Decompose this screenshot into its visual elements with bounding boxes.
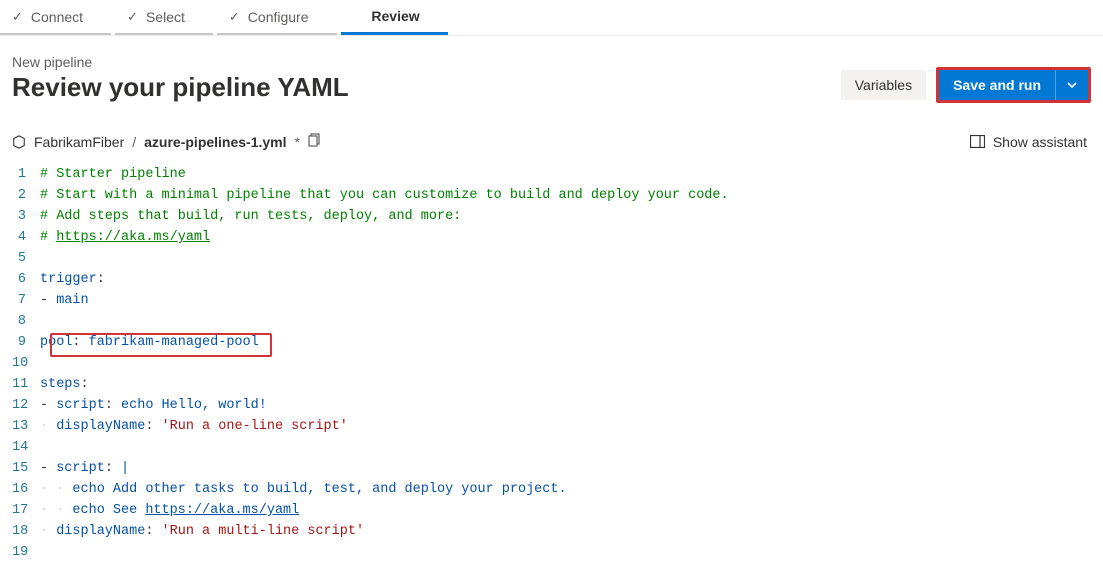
step-label: Configure [248,9,309,25]
panel-icon [970,135,985,148]
page-title: Review your pipeline YAML [12,72,349,103]
save-and-run-button[interactable]: Save and run [939,70,1055,100]
check-icon: ✓ [127,9,138,25]
code-content[interactable]: # Add steps that build, run tests, deplo… [40,206,1091,227]
code-line[interactable]: 10 [12,353,1091,374]
line-number: 18 [12,521,40,542]
code-line[interactable]: 9pool: fabrikam-managed-pool [12,332,1091,353]
repo-name[interactable]: FabrikamFiber [34,134,124,150]
code-content[interactable] [40,311,1091,332]
code-content[interactable]: · · echo See https://aka.ms/yaml [40,500,1091,521]
line-number: 7 [12,290,40,311]
line-number: 13 [12,416,40,437]
code-content[interactable]: · · echo Add other tasks to build, test,… [40,479,1091,500]
code-content[interactable]: - main [40,290,1091,311]
code-line[interactable]: 11steps: [12,374,1091,395]
code-content[interactable]: # Starter pipeline [40,164,1091,185]
repo-icon [12,135,26,149]
code-content[interactable] [40,248,1091,269]
file-bar: FabrikamFiber / azure-pipelines-1.yml * … [0,115,1103,158]
code-line[interactable]: 18· displayName: 'Run a multi-line scrip… [12,521,1091,542]
line-number: 19 [12,542,40,563]
show-assistant-button[interactable]: Show assistant [970,134,1087,150]
line-number: 4 [12,227,40,248]
breadcrumb: FabrikamFiber / azure-pipelines-1.yml * [12,133,322,150]
show-assistant-label: Show assistant [993,134,1087,150]
code-line[interactable]: 3# Add steps that build, run tests, depl… [12,206,1091,227]
line-number: 2 [12,185,40,206]
step-label: Select [146,9,185,25]
line-number: 3 [12,206,40,227]
step-label: Review [371,8,419,24]
code-content[interactable]: - script: | [40,458,1091,479]
code-line[interactable]: 2# Start with a minimal pipeline that yo… [12,185,1091,206]
yaml-editor[interactable]: 1# Starter pipeline2# Start with a minim… [0,158,1103,563]
copy-icon[interactable] [308,133,322,150]
code-content[interactable]: · displayName: 'Run a one-line script' [40,416,1091,437]
step-configure[interactable]: ✓ Configure [217,0,337,35]
code-content[interactable]: steps: [40,374,1091,395]
variables-button[interactable]: Variables [841,70,926,100]
file-name: azure-pipelines-1.yml [144,134,286,150]
step-connect[interactable]: ✓ Connect [0,0,111,35]
code-line[interactable]: 8 [12,311,1091,332]
header-actions: Variables Save and run [841,67,1091,103]
code-content[interactable]: # https://aka.ms/yaml [40,227,1091,248]
step-label: Connect [31,9,83,25]
line-number: 17 [12,500,40,521]
code-content[interactable] [40,542,1091,563]
code-content[interactable]: # Start with a minimal pipeline that you… [40,185,1091,206]
code-content[interactable] [40,353,1091,374]
titles: New pipeline Review your pipeline YAML [12,54,349,103]
page-header: New pipeline Review your pipeline YAML V… [0,36,1103,115]
line-number: 12 [12,395,40,416]
line-number: 15 [12,458,40,479]
save-run-group: Save and run [936,67,1091,103]
code-line[interactable]: 13· displayName: 'Run a one-line script' [12,416,1091,437]
check-icon: ✓ [12,9,23,25]
code-line[interactable]: 16· · echo Add other tasks to build, tes… [12,479,1091,500]
editor-wrap: 1# Starter pipeline2# Start with a minim… [0,158,1103,563]
line-number: 10 [12,353,40,374]
line-number: 1 [12,164,40,185]
code-line[interactable]: 15- script: | [12,458,1091,479]
breadcrumb-sep: / [132,134,136,150]
line-number: 16 [12,479,40,500]
code-line[interactable]: 5 [12,248,1091,269]
line-number: 8 [12,311,40,332]
code-line[interactable]: 19 [12,542,1091,563]
code-content[interactable]: - script: echo Hello, world! [40,395,1091,416]
check-icon: ✓ [229,9,240,25]
line-number: 14 [12,437,40,458]
line-number: 11 [12,374,40,395]
step-select[interactable]: ✓ Select [115,0,213,35]
line-number: 5 [12,248,40,269]
page-subtitle: New pipeline [12,54,349,70]
code-line[interactable]: 17· · echo See https://aka.ms/yaml [12,500,1091,521]
code-line[interactable]: 4# https://aka.ms/yaml [12,227,1091,248]
line-number: 9 [12,332,40,353]
step-review[interactable]: ✓ Review [341,0,448,35]
line-number: 6 [12,269,40,290]
chevron-down-icon [1066,79,1078,91]
code-line[interactable]: 6trigger: [12,269,1091,290]
code-line[interactable]: 1# Starter pipeline [12,164,1091,185]
save-and-run-dropdown[interactable] [1055,70,1088,100]
wizard-steps: ✓ Connect ✓ Select ✓ Configure ✓ Review [0,0,1103,36]
code-line[interactable]: 7- main [12,290,1091,311]
code-line[interactable]: 14 [12,437,1091,458]
code-content[interactable]: · displayName: 'Run a multi-line script' [40,521,1091,542]
dirty-marker: * [295,134,300,150]
code-line[interactable]: 12- script: echo Hello, world! [12,395,1091,416]
code-content[interactable]: pool: fabrikam-managed-pool [40,332,1091,353]
code-content[interactable]: trigger: [40,269,1091,290]
code-content[interactable] [40,437,1091,458]
